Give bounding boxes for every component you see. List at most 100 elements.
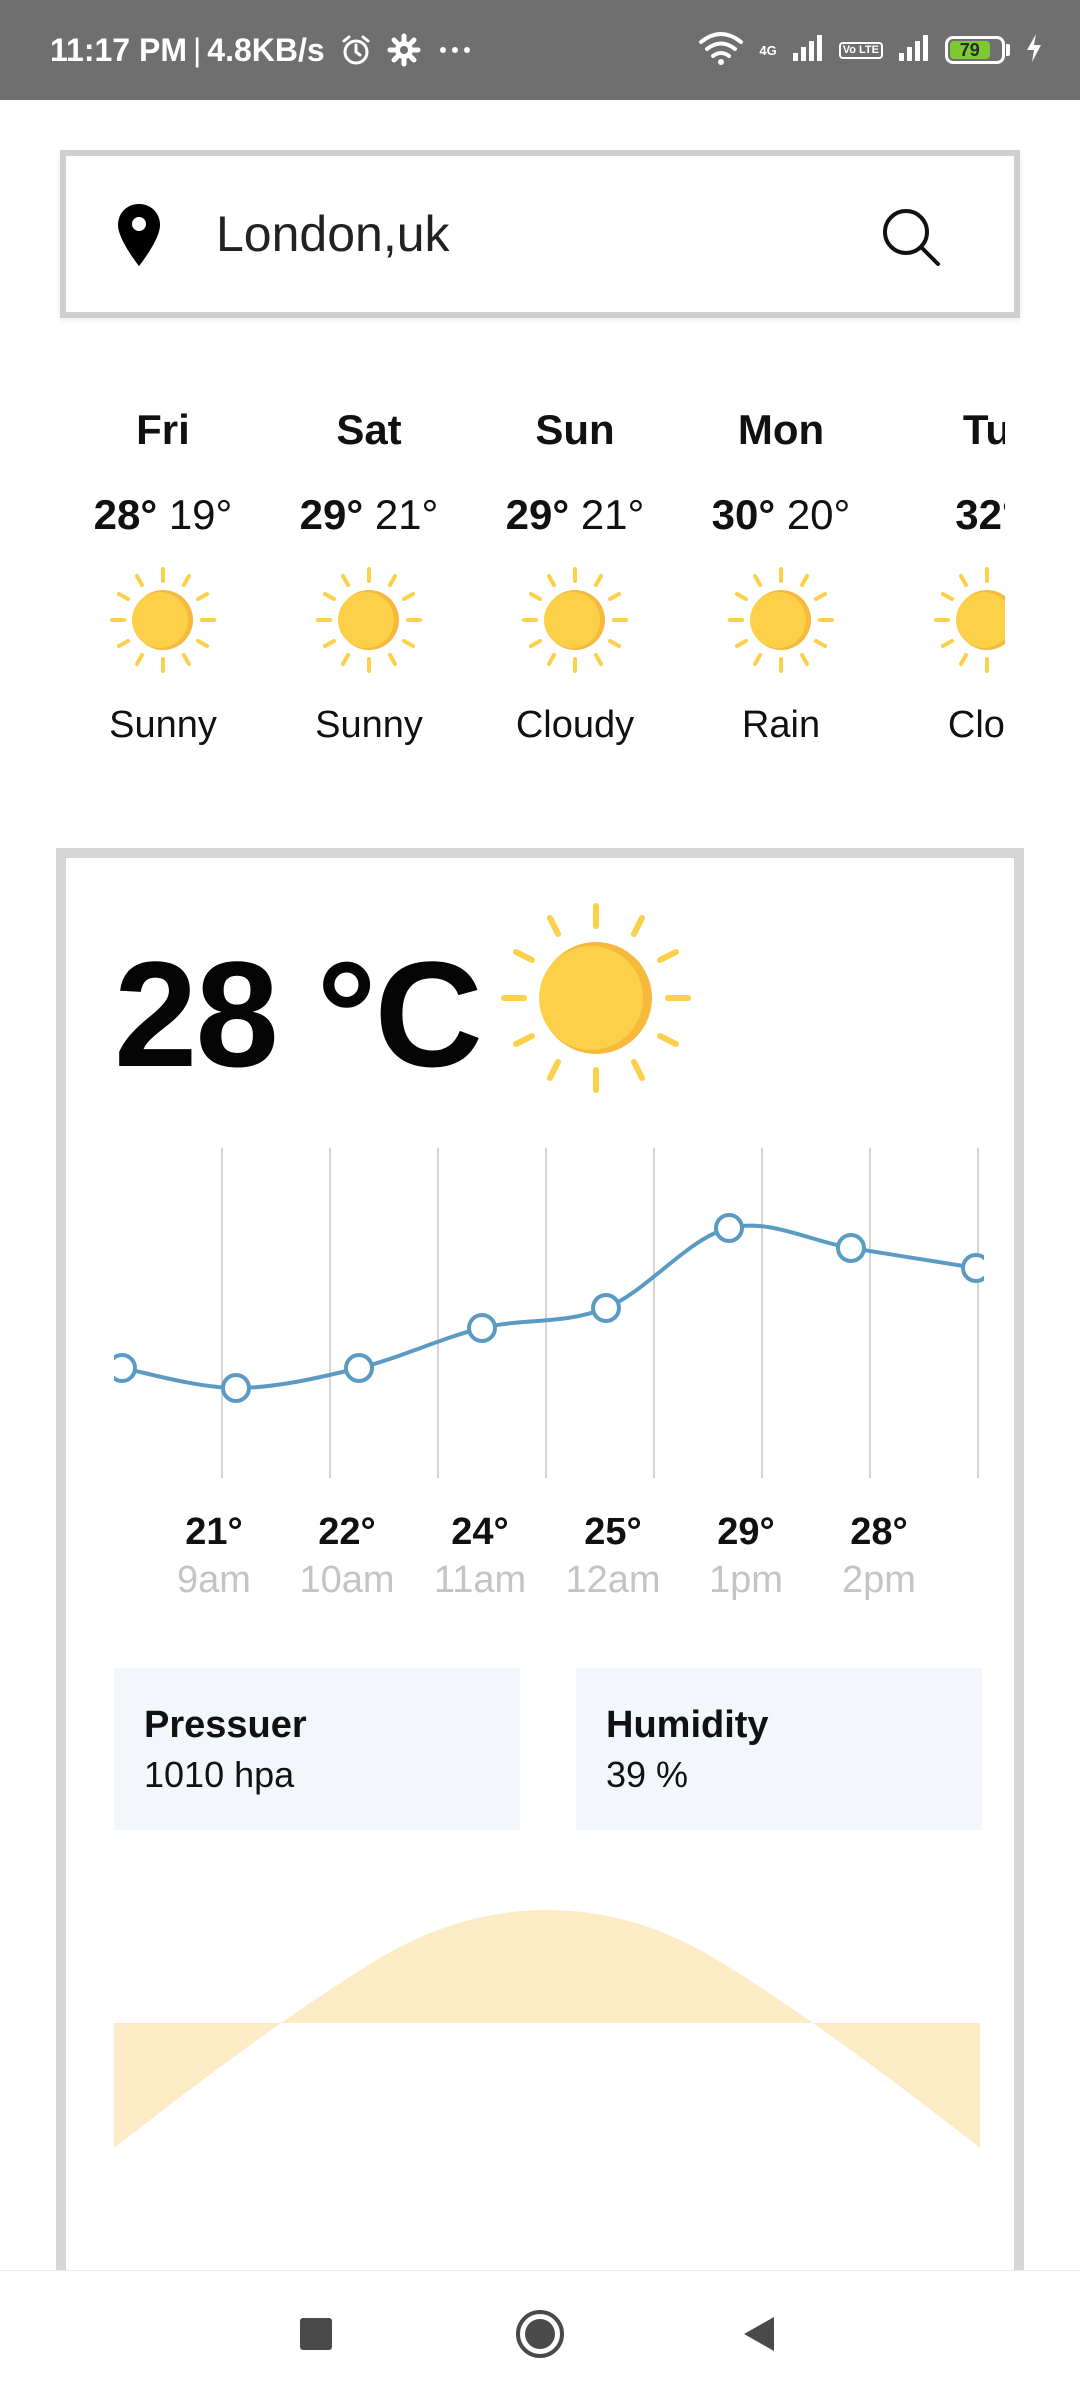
chart-point: [591, 1293, 621, 1323]
charging-icon: [1024, 32, 1044, 69]
pressure-label: Pressuer: [144, 1704, 307, 1746]
hourly-item: 24° 11am: [415, 1508, 545, 1604]
alarm-icon: [339, 33, 373, 67]
chart-point: [114, 1353, 137, 1383]
battery-indicator: 79: [945, 36, 1010, 64]
hourly-time: 9am: [177, 1559, 251, 1601]
forecast-temps: 29° 21°: [266, 485, 472, 545]
forecast-day-0[interactable]: Fri 28° 19° Sunny: [60, 380, 266, 755]
hourly-time: 11am: [433, 1559, 527, 1601]
hourly-time: 1pm: [709, 1559, 783, 1601]
search-icon[interactable]: [880, 206, 942, 273]
hourly-temp: 29°: [717, 1511, 775, 1553]
forecast-condition: Clou: [947, 704, 1005, 746]
forecast-high: 28°: [93, 491, 158, 538]
pressure-value: 1010 hpa: [144, 1754, 295, 1795]
chart-point: [714, 1213, 744, 1243]
forecast-temps: 28° 19°: [60, 485, 266, 545]
signal-icon-2: [897, 33, 931, 68]
forecast-high: 29°: [505, 491, 570, 538]
hourly-item: 29° 1pm: [681, 1508, 811, 1604]
hourly-time: 2pm: [842, 1559, 916, 1601]
hourly-time: 12am: [565, 1559, 661, 1601]
current-temperature: 28 °C: [114, 930, 483, 1098]
volte-badge: Vo LTE: [838, 41, 883, 59]
sun-icon: [266, 560, 472, 680]
forecast-temps: 30° 20°: [678, 485, 884, 545]
chart-point: [961, 1253, 984, 1283]
current-sun-icon: [496, 898, 696, 1103]
forecast-low: 21°: [580, 491, 645, 538]
sun-icon: [678, 560, 884, 680]
status-right: 4G Vo LTE 79: [697, 0, 1044, 100]
settings-gear-icon: [387, 33, 421, 67]
current-weather-card: 28 °C 21° 9am 22° 10am 24° 11am 25° 12am 29° 1pm 2…: [56, 848, 1024, 2400]
sun-icon: [884, 560, 1005, 680]
home-button[interactable]: [480, 2271, 600, 2400]
forecast-condition: Cloudy: [515, 704, 635, 746]
recents-icon: [298, 2316, 334, 2357]
more-dots-icon: [435, 33, 475, 67]
forecast-day-name: Sun: [535, 406, 615, 453]
chart-point: [467, 1313, 497, 1343]
hourly-temp: 22°: [318, 1511, 376, 1553]
status-time: 11:17 PM: [50, 31, 187, 68]
forecast-day-name: Mon: [737, 406, 825, 453]
signal-icon-1: [791, 33, 825, 68]
forecast-temps: 29° 21°: [472, 485, 678, 545]
location-pin-icon: [116, 202, 162, 273]
status-separator: |: [192, 31, 202, 68]
forecast-condition: Sunny: [315, 704, 423, 746]
forecast-temps: 32°: [884, 485, 1005, 545]
forecast-condition: Rain: [741, 704, 821, 746]
sun-icon: [60, 560, 266, 680]
home-icon: [514, 2308, 566, 2365]
sun-path-graph: [114, 1910, 980, 2148]
chart-point: [836, 1233, 866, 1263]
humidity-value: 39 %: [606, 1754, 689, 1795]
forecast-high: 32°: [955, 491, 1005, 538]
back-icon: [740, 2314, 780, 2359]
back-button[interactable]: [700, 2271, 820, 2400]
hourly-temp: 28°: [850, 1511, 908, 1553]
hourly-temp: 25°: [584, 1511, 642, 1553]
status-bar: 11:17 PM | 4.8KB/s 4G Vo LTE 79: [0, 0, 1080, 100]
location-input[interactable]: London,uk: [216, 156, 450, 312]
forecast-condition: Sunny: [109, 704, 217, 746]
battery-body: 79: [945, 36, 1005, 64]
forecast-day-name: Tu: [962, 406, 1005, 453]
chart-point: [344, 1353, 374, 1383]
location-search-box[interactable]: London,uk: [60, 150, 1020, 318]
pressure-card: Pressuer 1010 hpa: [114, 1668, 520, 1830]
hourly-item: 22° 10am: [282, 1508, 412, 1604]
recents-button[interactable]: [256, 2271, 376, 2400]
forecast-low: 20°: [786, 491, 851, 538]
battery-cap: [1006, 44, 1010, 56]
humidity-label: Humidity: [606, 1704, 769, 1746]
sun-icon: [472, 560, 678, 680]
forecast-low: 19°: [168, 491, 233, 538]
forecast-day-name: Sat: [336, 406, 402, 453]
forecast-high: 30°: [711, 491, 776, 538]
forecast-day-1[interactable]: Sat 29° 21° Sunny: [266, 380, 472, 755]
hourly-item: 28° 2pm: [814, 1508, 944, 1604]
battery-level: 79: [950, 40, 990, 60]
forecast-day-2[interactable]: Sun 29° 21° Cloudy: [472, 380, 678, 755]
wifi-icon: [697, 30, 745, 71]
system-nav-bar: [0, 2270, 1080, 2400]
network-type: 4G: [759, 44, 776, 57]
hourly-time: 10am: [299, 1559, 395, 1601]
forecast-high: 29°: [299, 491, 364, 538]
humidity-card: Humidity 39 %: [576, 1668, 982, 1830]
network-type-label: 4G: [759, 42, 777, 58]
forecast-low: 21°: [374, 491, 439, 538]
status-network-speed: 4.8KB/s: [207, 31, 325, 68]
hourly-labels: 21° 9am 22° 10am 24° 11am 25° 12am 29° 1pm 28° 2pm: [114, 1508, 984, 1618]
chart-point: [221, 1373, 251, 1403]
hourly-item: 21° 9am: [149, 1508, 279, 1604]
hourly-item: 25° 12am: [548, 1508, 678, 1604]
forecast-day-3[interactable]: Mon 30° 20° Rain: [678, 380, 884, 755]
hourly-temp: 24°: [451, 1511, 509, 1553]
daily-forecast[interactable]: Fri 28° 19° Sunny Sat 29° 21° Sunny Sun 29° 21°…: [60, 380, 1005, 780]
forecast-day-4[interactable]: Tu 32° Clou: [884, 380, 1005, 755]
